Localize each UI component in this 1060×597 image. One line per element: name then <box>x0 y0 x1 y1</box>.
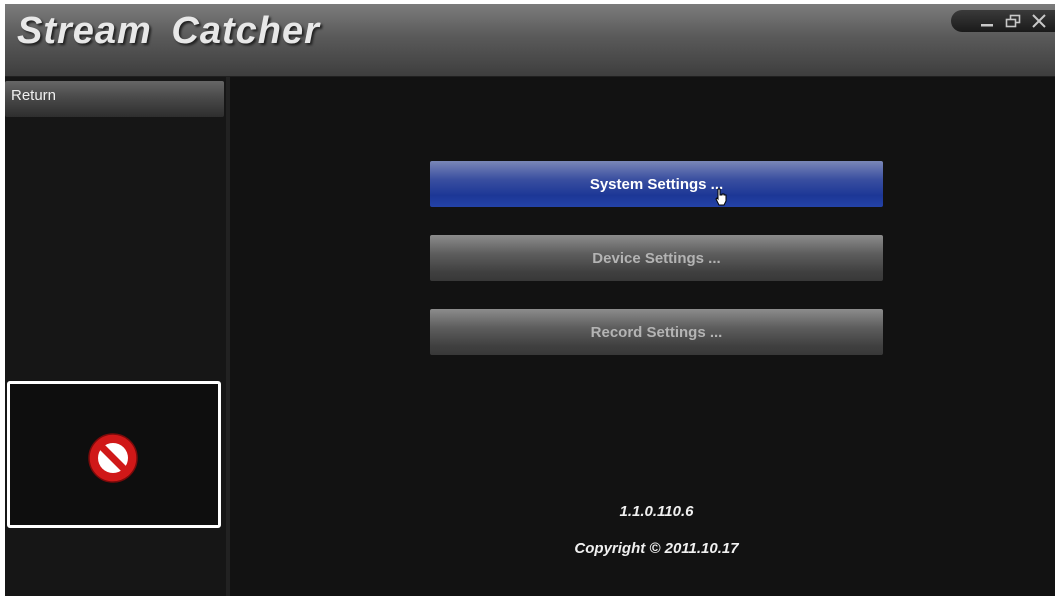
device-settings-button[interactable]: Device Settings ... <box>430 235 883 281</box>
minimize-icon[interactable] <box>977 12 997 30</box>
app-title: Stream Catcher <box>17 10 320 52</box>
hand-cursor-icon <box>714 188 728 211</box>
version-label: 1.1.0.110.6 <box>619 503 694 520</box>
sidebar-divider <box>226 77 230 596</box>
close-icon[interactable] <box>1029 12 1049 30</box>
app-window: Stream Catcher Return System Settings ..… <box>5 4 1055 596</box>
copyright-label: Copyright © 2011.10.17 <box>574 540 739 557</box>
preview-window[interactable] <box>7 381 221 528</box>
title-bar: Stream Catcher <box>5 4 1055 77</box>
record-settings-button[interactable]: Record Settings ... <box>430 309 883 355</box>
restore-icon[interactable] <box>1003 12 1023 30</box>
no-signal-icon <box>85 430 141 491</box>
return-button[interactable]: Return <box>5 81 224 117</box>
sidebar: Return <box>5 77 226 596</box>
system-settings-button[interactable]: System Settings ... <box>430 161 883 207</box>
window-controls <box>951 10 1055 32</box>
